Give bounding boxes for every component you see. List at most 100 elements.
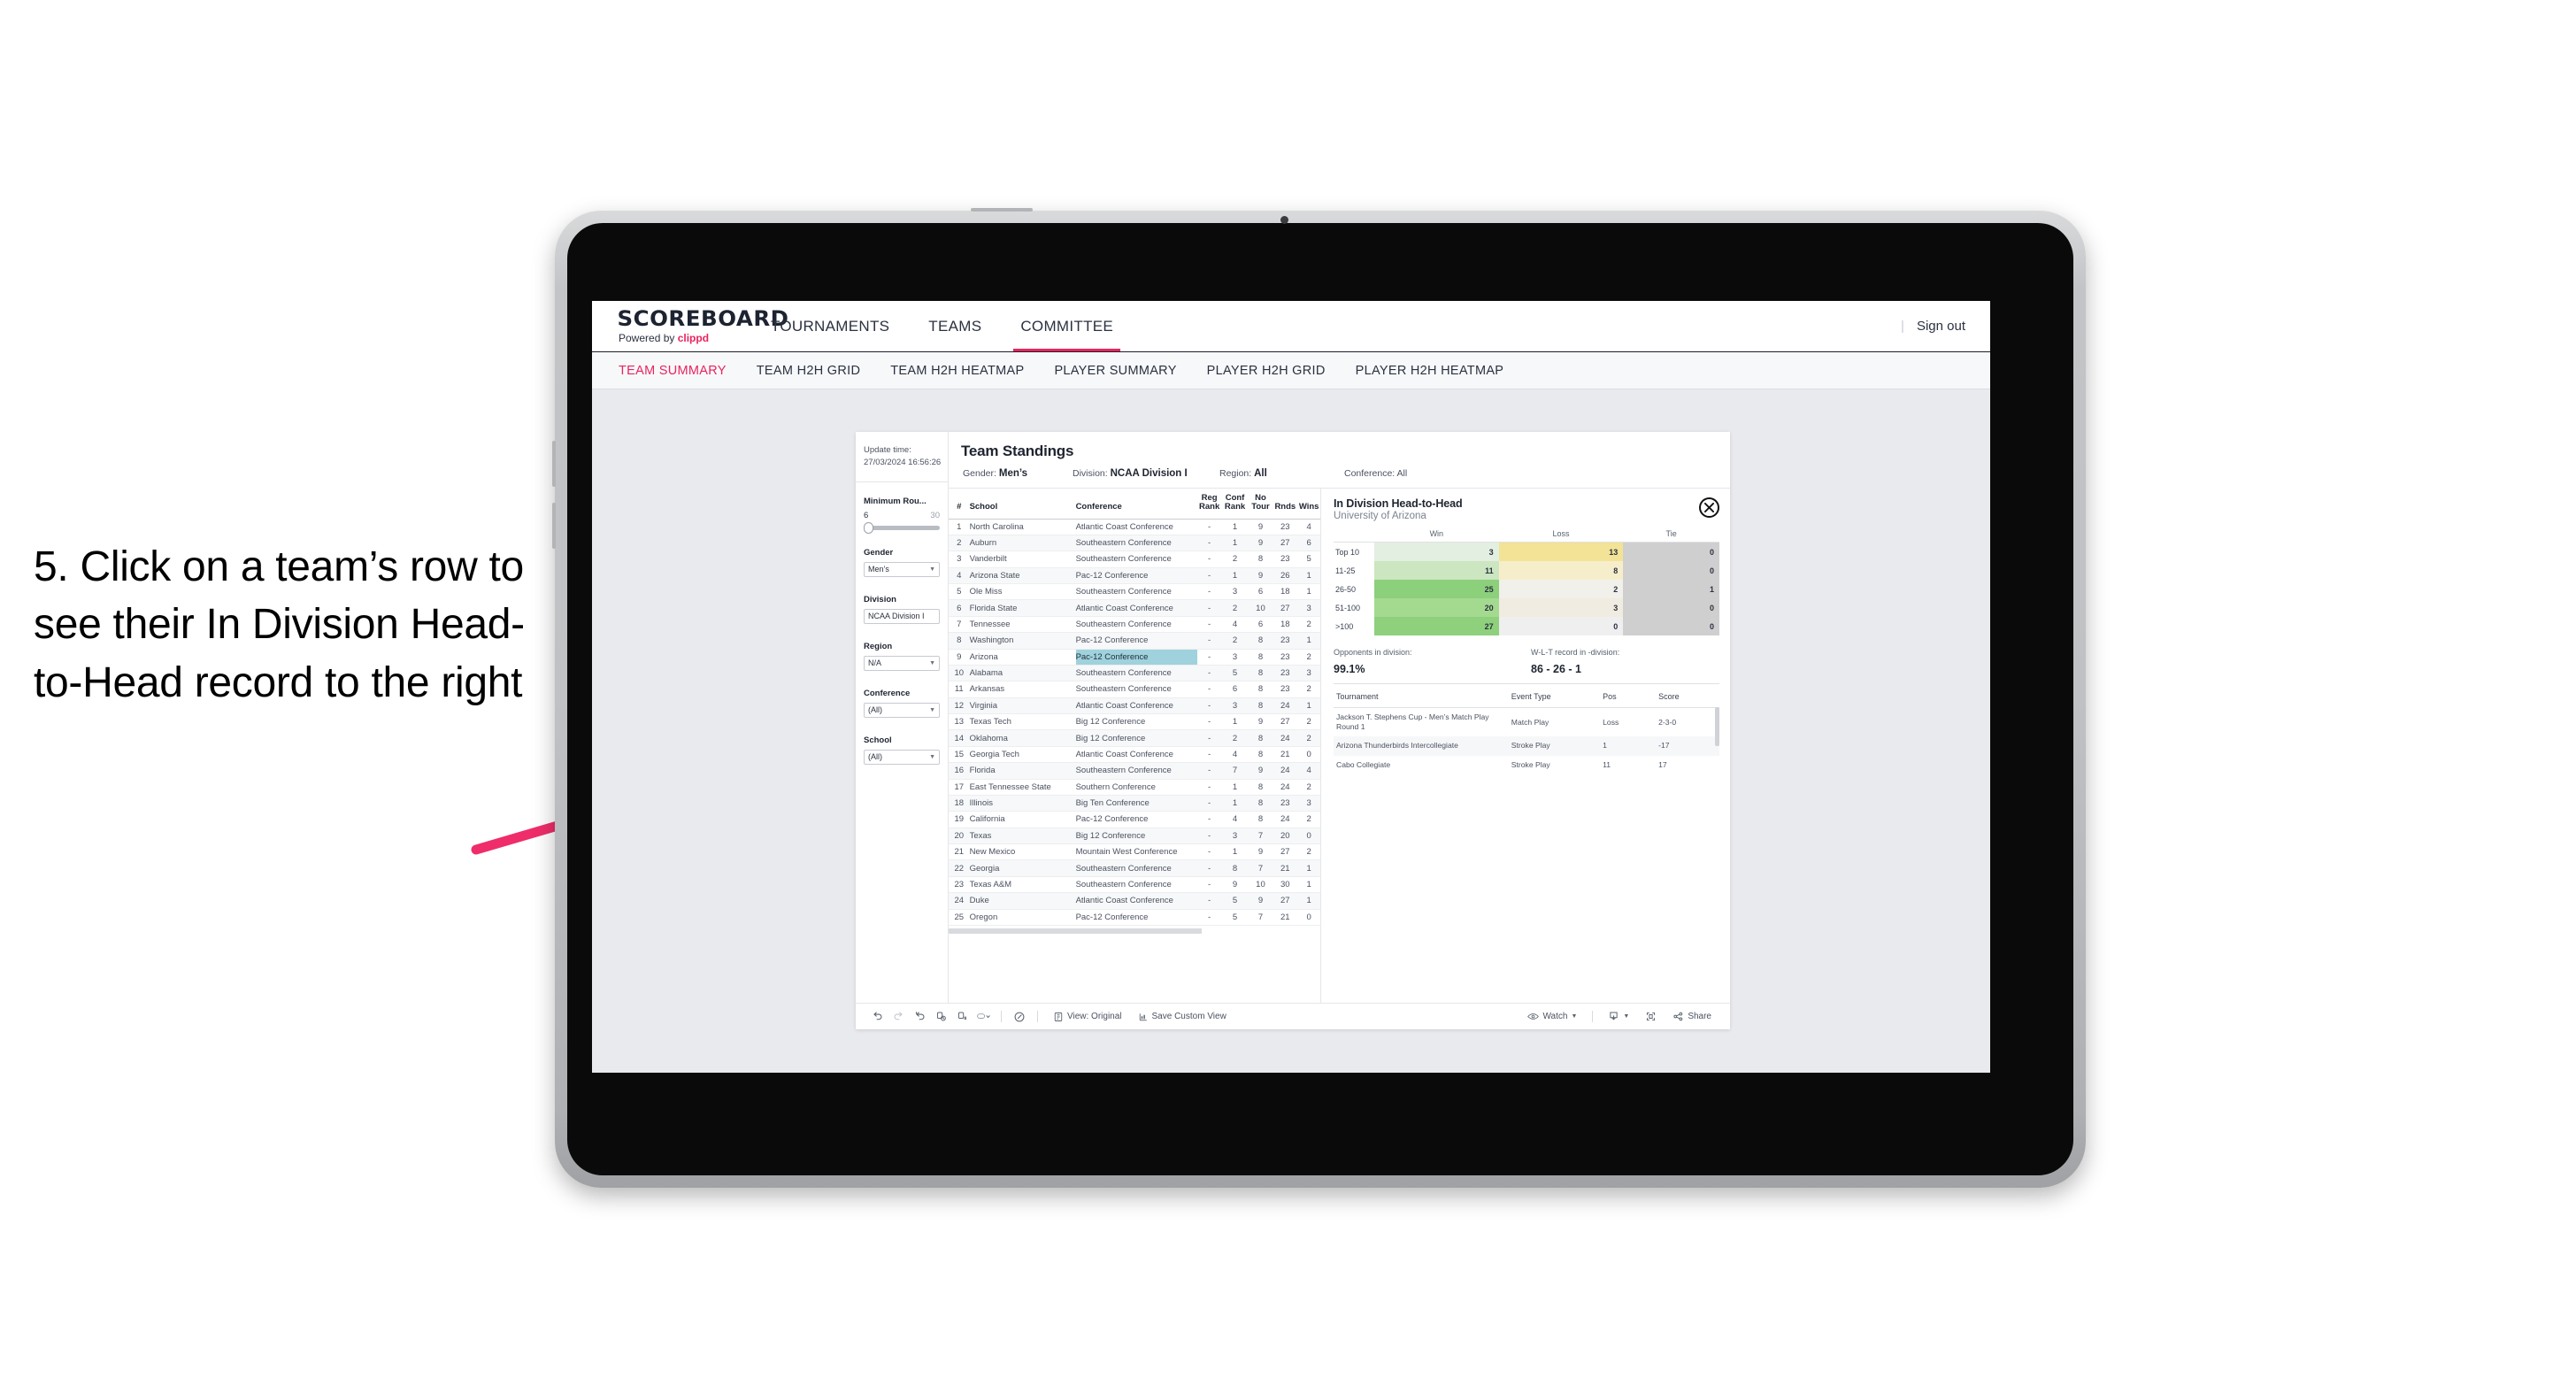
trn-col-pos[interactable]: Pos [1600, 686, 1657, 708]
dashboard-content: Team Standings Gender: Men’s Division: N… [949, 432, 1730, 1003]
standings-header-row: # School Conference Reg Rank Conf Rank No T… [949, 489, 1320, 520]
watch-button[interactable]: Watch ▼ [1527, 1012, 1577, 1021]
tab-player-h2h-grid[interactable]: PLAYER H2H GRID [1207, 364, 1326, 378]
region-select[interactable]: N/A ▼ [864, 655, 940, 671]
device-layout-icon[interactable] [973, 1011, 994, 1022]
power-button[interactable] [971, 208, 1033, 212]
table-row[interactable]: 6 Florida State Atlantic Coast Conference -… [949, 599, 1320, 617]
cell-no-tour: 9 [1248, 762, 1273, 780]
minimum-rounds-range: 6 30 [864, 511, 940, 520]
table-row[interactable]: 14 Oklahoma Big 12 Conference -2 8 24 2 [949, 729, 1320, 747]
table-row[interactable]: 2 Auburn Southeastern Conference -1 9 27 6 [949, 535, 1320, 552]
table-row[interactable]: 18 Illinois Big Ten Conference -1 8 23 3 [949, 795, 1320, 812]
col-conf-rank[interactable]: Conf Rank [1221, 489, 1249, 520]
view-original-button[interactable]: View: Original [1053, 1012, 1122, 1022]
tournament-row[interactable]: Arizona Thunderbirds Intercollegiate Stro… [1334, 736, 1719, 756]
tab-team-summary[interactable]: TEAM SUMMARY [619, 364, 727, 378]
topnav-tournaments[interactable]: TOURNAMENTS [751, 302, 909, 350]
minimum-rounds-slider[interactable] [864, 521, 940, 534]
table-row[interactable]: 9 Arizona Pac-12 Conference -3 8 23 2 [949, 649, 1320, 666]
conference-select[interactable]: (All) ▼ [864, 702, 940, 718]
topnav-teams[interactable]: TEAMS [909, 302, 1001, 350]
table-row[interactable]: 11 Arkansas Southeastern Conference -6 8 23 2 [949, 681, 1320, 698]
division-select[interactable]: NCAA Division I [864, 608, 940, 624]
refresh-data-icon[interactable] [930, 1011, 951, 1022]
trn-col-score[interactable]: Score [1656, 686, 1719, 708]
scoreboard-logo[interactable]: SCOREBOARD Powered by clippd [618, 308, 788, 344]
table-row[interactable]: 25 Oregon Pac-12 Conference -5 7 21 0 [949, 909, 1320, 926]
table-row[interactable]: 19 California Pac-12 Conference -4 8 24 2 [949, 811, 1320, 828]
screenshot-root: 5. Click on a team’s row to see their In… [0, 0, 2576, 1386]
tournament-row[interactable]: Cabo Collegiate Stroke Play 11 17 [1334, 756, 1719, 774]
table-row[interactable]: 20 Texas Big 12 Conference -3 7 20 0 [949, 828, 1320, 845]
col-school[interactable]: School [969, 489, 1076, 520]
table-row[interactable]: 4 Arizona State Pac-12 Conference -1 9 26 1 [949, 567, 1320, 585]
cell-conference: Southeastern Conference [1075, 551, 1197, 568]
table-row[interactable]: 1 North Carolina Atlantic Coast Conference… [949, 519, 1320, 535]
table-row[interactable]: 10 Alabama Southeastern Conference -5 8 23 3 [949, 665, 1320, 682]
col-rnds[interactable]: Rnds [1273, 489, 1298, 520]
undo-icon[interactable] [866, 1011, 888, 1022]
tab-team-h2h-heatmap[interactable]: TEAM H2H HEATMAP [890, 364, 1024, 378]
breadcrumb-division-key: Division: [1073, 468, 1111, 479]
cell-conference: Southeastern Conference [1075, 535, 1197, 552]
cell-rnds: 21 [1273, 746, 1298, 764]
trn-type: Stroke Play [1511, 741, 1550, 751]
h2h-win-cell: 25 [1374, 580, 1499, 598]
volume-button-down[interactable] [552, 503, 556, 549]
table-row[interactable]: 5 Ole Miss Southeastern Conference -3 6 18 1 [949, 583, 1320, 601]
table-row[interactable]: 8 Washington Pac-12 Conference -2 8 23 1 [949, 632, 1320, 650]
sign-out-link[interactable]: Sign out [1917, 319, 1965, 334]
redo-icon[interactable] [888, 1011, 909, 1022]
dashboard-body: Update time: 27/03/2024 16:56:26 Minimum… [856, 432, 1730, 1003]
save-custom-view-button[interactable]: Save Custom View [1138, 1012, 1226, 1022]
col-no-tour[interactable]: No Tour [1248, 489, 1273, 520]
table-row[interactable]: 23 Texas A&M Southeastern Conference -9 10 30… [949, 876, 1320, 894]
table-row[interactable]: 7 Tennessee Southeastern Conference -4 6 18 2 [949, 616, 1320, 634]
trn-pos: 11 [1603, 759, 1611, 769]
table-row[interactable]: 15 Georgia Tech Atlantic Coast Conference -… [949, 746, 1320, 764]
cell-rnds: 27 [1273, 892, 1298, 910]
gender-select[interactable]: Men’s ▼ [864, 561, 940, 577]
close-icon[interactable] [1699, 497, 1719, 518]
col-header-line: Conference [1075, 502, 1122, 512]
breadcrumb-conference-key: Conference: [1344, 468, 1397, 479]
school-select[interactable]: (All) ▼ [864, 749, 940, 765]
table-row[interactable]: 13 Texas Tech Big 12 Conference -1 9 27 2 [949, 713, 1320, 731]
revert-icon[interactable] [909, 1011, 930, 1022]
download-button[interactable]: ▼ [1608, 1011, 1629, 1022]
table-row[interactable]: 22 Georgia Southeastern Conference -8 7 21 1 [949, 859, 1320, 877]
alerts-icon[interactable] [1009, 1011, 1030, 1023]
head-to-head-panel: In Division Head-to-Head University of A… [1320, 489, 1730, 1003]
cell-conf-rank: 1 [1221, 519, 1249, 535]
tournament-row[interactable]: Jackson T. Stephens Cup - Men’s Match Pl… [1334, 708, 1719, 737]
table-row[interactable]: 3 Vanderbilt Southeastern Conference -2 8 23 5 [949, 551, 1320, 568]
tab-player-h2h-heatmap[interactable]: PLAYER H2H HEATMAP [1356, 364, 1504, 378]
tab-player-summary[interactable]: PLAYER SUMMARY [1054, 364, 1176, 378]
slider-handle[interactable] [864, 521, 873, 534]
col-wins[interactable]: Wins [1297, 489, 1320, 520]
cell-reg: - [1196, 616, 1222, 634]
table-row[interactable]: 17 East Tennessee State Southern Conferenc… [949, 779, 1320, 796]
filter-divider [856, 481, 948, 482]
table-row[interactable]: 16 Florida Southeastern Conference -7 9 24 4 [949, 762, 1320, 780]
trn-name: Jackson T. Stephens Cup - Men’s Match Pl… [1336, 712, 1489, 732]
share-button[interactable]: Share [1672, 1011, 1711, 1022]
col-rank[interactable]: # [949, 489, 970, 520]
topnav-committee[interactable]: COMMITTEE [1001, 302, 1133, 351]
scrollbar-thumb[interactable] [949, 928, 1202, 934]
pause-icon[interactable] [951, 1011, 973, 1022]
cell-no-tour: 9 [1248, 535, 1273, 552]
horizontal-scrollbar[interactable] [949, 925, 1320, 934]
col-conference[interactable]: Conference [1075, 489, 1197, 520]
table-row[interactable]: 24 Duke Atlantic Coast Conference -5 9 27 1 [949, 892, 1320, 910]
trn-col-event-type[interactable]: Event Type [1508, 686, 1601, 708]
table-row[interactable]: 21 New Mexico Mountain West Conference -1 9 2… [949, 843, 1320, 861]
tab-team-h2h-grid[interactable]: TEAM H2H GRID [757, 364, 861, 378]
table-row[interactable]: 12 Virginia Atlantic Coast Conference -3 8 24… [949, 697, 1320, 715]
trn-col-tournament[interactable]: Tournament [1334, 686, 1509, 708]
col-reg-rank[interactable]: Reg Rank [1196, 489, 1222, 520]
volume-button-up[interactable] [552, 441, 556, 487]
fullscreen-button[interactable] [1645, 1011, 1657, 1022]
tournaments-scrollbar[interactable] [1715, 707, 1719, 746]
